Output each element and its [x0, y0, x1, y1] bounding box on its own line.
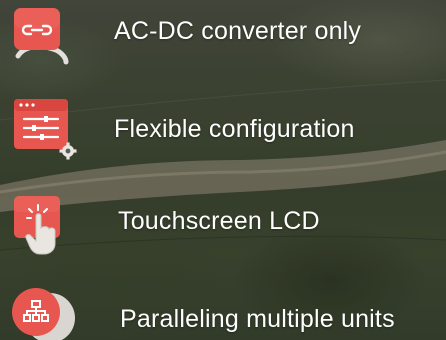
- feature-label: Flexible configuration: [114, 115, 355, 143]
- feature-item-paralleling: Paralleling multiple units: [0, 280, 446, 340]
- touch-tap-icon: [14, 196, 60, 255]
- settings-sliders-icon: [14, 99, 77, 160]
- sitemap-hierarchy-icon: [12, 288, 75, 340]
- feature-label: Touchscreen LCD: [118, 207, 320, 235]
- feature-label: AC-DC converter only: [114, 17, 362, 45]
- feature-label: Paralleling multiple units: [120, 305, 395, 333]
- feature-item-ac-dc: AC-DC converter only: [0, 0, 446, 70]
- feature-item-configuration: Flexible configuration: [0, 95, 446, 165]
- link-icon: [14, 8, 69, 65]
- feature-item-touchscreen: Touchscreen LCD: [0, 190, 446, 260]
